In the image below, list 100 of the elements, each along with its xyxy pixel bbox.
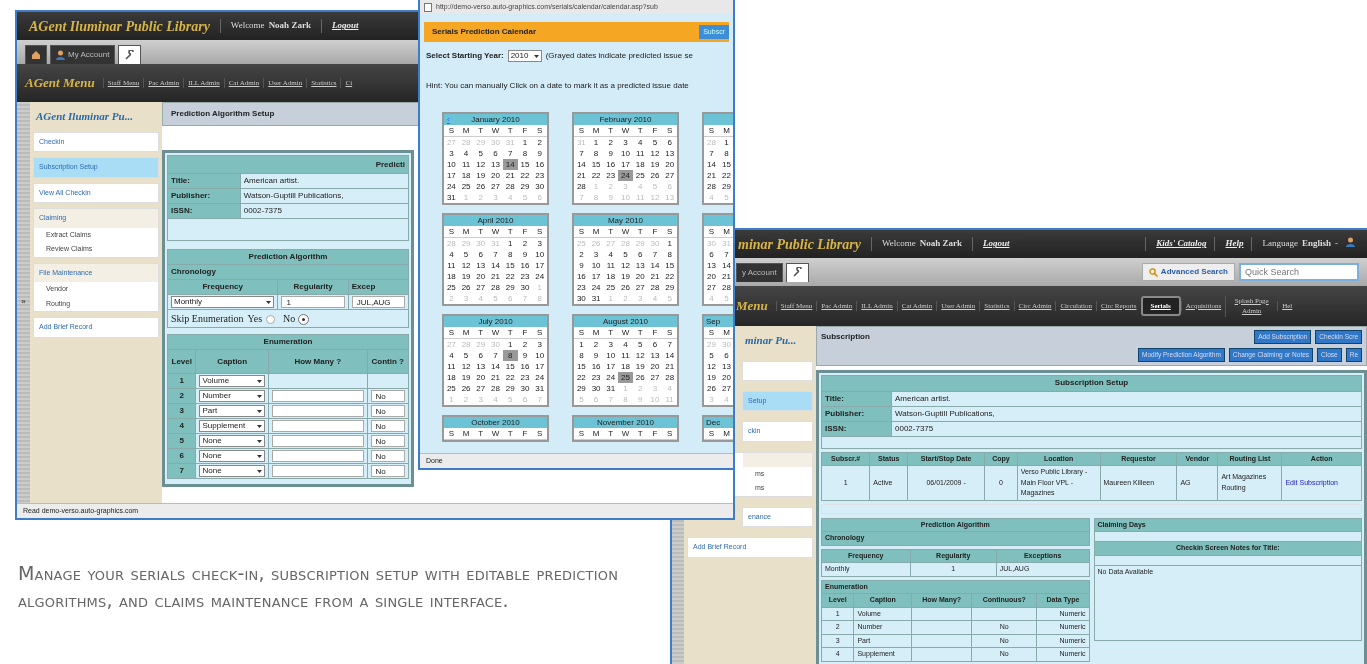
day-link[interactable]: 6 — [493, 149, 498, 158]
day-link[interactable]: 15 — [505, 261, 515, 270]
expand-arrow[interactable]: » — [21, 296, 26, 309]
day-link[interactable]: 28 — [707, 182, 716, 191]
day-link[interactable]: 12 — [707, 362, 716, 371]
day-link[interactable]: 27 — [476, 283, 486, 292]
day-link[interactable]: 7 — [493, 351, 498, 360]
day-link[interactable]: 15 — [665, 261, 675, 270]
day-link[interactable]: 30 — [520, 384, 530, 393]
day-link[interactable]: 29 — [665, 283, 675, 292]
day-link[interactable]: 23 — [520, 373, 530, 382]
day-link[interactable]: 2 — [537, 138, 542, 147]
day-link[interactable]: 22 — [505, 373, 515, 382]
day-link[interactable]: 30 — [576, 294, 586, 303]
quick-search-field[interactable]: Quick Search — [1239, 263, 1359, 281]
day-link[interactable]: 19 — [635, 362, 645, 371]
day-link[interactable]: 31 — [591, 294, 601, 303]
day-link[interactable]: 10 — [591, 261, 601, 270]
day-link[interactable]: 20 — [665, 160, 675, 169]
day-link[interactable]: 17 — [591, 272, 601, 281]
day-link[interactable]: 8 — [579, 351, 584, 360]
day-link[interactable]: 27 — [476, 384, 486, 393]
day-link[interactable]: 29 — [520, 182, 530, 191]
day-link[interactable]: 27 — [635, 283, 645, 292]
day-link[interactable]: 8 — [593, 149, 599, 158]
day-link[interactable]: 30 — [535, 182, 545, 191]
day-link[interactable]: 22 — [665, 272, 675, 281]
day-link[interactable]: 22 — [576, 373, 586, 382]
day-link[interactable]: 7 — [493, 250, 498, 259]
day-link[interactable]: 2 — [579, 250, 584, 259]
day-link[interactable]: 29 — [505, 283, 515, 292]
day-link[interactable]: 29 — [505, 384, 515, 393]
day-link[interactable]: 25 — [446, 384, 456, 393]
day-link[interactable]: 16 — [520, 362, 530, 371]
day-link[interactable]: 11 — [636, 149, 645, 158]
day-link[interactable]: 16 — [606, 160, 616, 169]
day-link[interactable]: 23 — [591, 373, 601, 382]
regularity-field[interactable]: 1 — [281, 296, 345, 308]
caption-select[interactable]: Part — [199, 405, 266, 417]
day-link[interactable]: 20 — [476, 373, 486, 382]
day-link[interactable]: 20 — [650, 362, 660, 371]
day-link[interactable]: 22 — [722, 171, 731, 180]
day-link[interactable]: 3 — [593, 250, 599, 259]
how-many-field[interactable] — [272, 435, 364, 447]
day-link[interactable]: 10 — [621, 149, 630, 158]
day-link[interactable]: 28 — [491, 283, 500, 292]
how-many-field[interactable] — [272, 390, 364, 402]
day-link[interactable]: 4 — [449, 351, 454, 360]
caption-select[interactable]: None — [199, 435, 266, 447]
day-link[interactable]: 1 — [667, 239, 672, 248]
day-link[interactable]: 7 — [508, 149, 513, 158]
day-link[interactable]: 4 — [463, 149, 469, 158]
day-link[interactable]: 21 — [505, 171, 515, 180]
day-link[interactable]: 9 — [593, 351, 599, 360]
day-link[interactable]: 14 — [665, 351, 675, 360]
day-link[interactable]: 1 — [522, 138, 528, 147]
day-link[interactable]: 6 — [709, 250, 714, 259]
day-link[interactable]: 8 — [667, 250, 672, 259]
caption-select[interactable]: Supplement — [199, 420, 266, 432]
day-number[interactable]: 8 — [502, 350, 518, 361]
tab[interactable] — [25, 45, 47, 64]
day-link[interactable]: 28 — [491, 384, 500, 393]
day-link[interactable]: 18 — [461, 171, 471, 180]
sidebar-item[interactable] — [742, 360, 813, 381]
day-link[interactable]: 8 — [508, 250, 513, 259]
how-many-field[interactable] — [272, 465, 364, 477]
day-link[interactable]: 6 — [724, 351, 729, 360]
day-link[interactable]: 21 — [707, 171, 716, 180]
day-link[interactable]: 4 — [638, 138, 643, 147]
continuous-field[interactable]: No — [370, 420, 405, 432]
day-link[interactable]: 25 — [446, 283, 456, 292]
day-link[interactable]: 6 — [667, 138, 672, 147]
day-link[interactable]: 3 — [608, 340, 613, 349]
day-link[interactable]: 5 — [623, 250, 628, 259]
day-link[interactable]: 6 — [638, 250, 643, 259]
day-link[interactable]: 18 — [446, 373, 456, 382]
day-link[interactable]: 7 — [667, 340, 672, 349]
day-link[interactable]: 23 — [520, 272, 530, 281]
day-link[interactable]: 9 — [579, 261, 584, 270]
day-link[interactable]: 26 — [476, 182, 486, 191]
day-link[interactable]: 17 — [446, 171, 456, 180]
day-link[interactable]: 5 — [709, 351, 714, 360]
day-link[interactable]: 20 — [722, 373, 731, 382]
day-link[interactable]: 21 — [665, 362, 675, 371]
day-link[interactable]: 4 — [608, 250, 613, 259]
day-link[interactable]: 14 — [576, 160, 586, 169]
day-link[interactable]: 2 — [522, 239, 528, 248]
day-link[interactable]: 16 — [591, 362, 601, 371]
day-link[interactable]: 13 — [650, 351, 660, 360]
day-link[interactable]: 17 — [621, 160, 630, 169]
day-link[interactable]: 28 — [576, 182, 586, 191]
day-link[interactable]: 21 — [722, 272, 731, 281]
day-link[interactable]: 21 — [650, 272, 660, 281]
day-link[interactable]: 14 — [707, 160, 716, 169]
day-link[interactable]: 28 — [722, 283, 731, 292]
day-link[interactable]: 27 — [650, 373, 660, 382]
day-link[interactable]: 8 — [522, 149, 528, 158]
day-link[interactable]: 25 — [606, 283, 616, 292]
day-link[interactable]: 13 — [476, 261, 486, 270]
day-link[interactable]: 26 — [650, 171, 660, 180]
